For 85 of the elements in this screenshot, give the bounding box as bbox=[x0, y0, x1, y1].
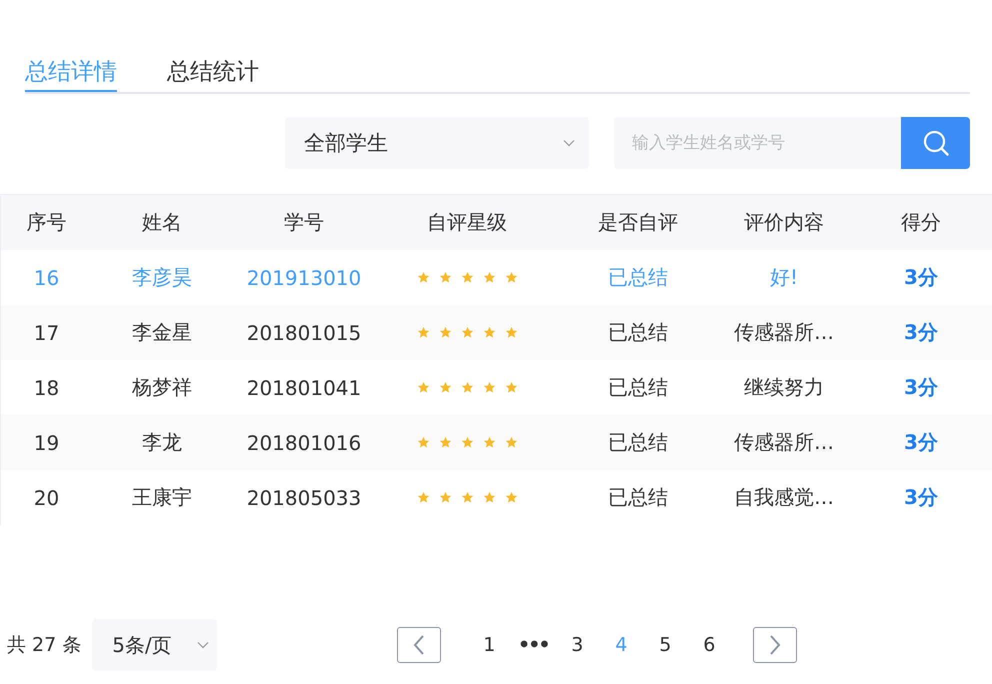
table-cell: 王康宇 bbox=[132, 484, 192, 511]
table-cell: 19 bbox=[34, 430, 60, 454]
star-icon bbox=[460, 381, 474, 394]
star-icon bbox=[482, 326, 496, 339]
table-cell: 3分 bbox=[904, 484, 938, 511]
star-icon bbox=[504, 436, 518, 449]
table-cell: 18 bbox=[34, 376, 60, 400]
table-cell: 已总结 bbox=[608, 429, 668, 456]
table-cell: 3分 bbox=[904, 429, 938, 456]
tab[interactable]: 总结统计 bbox=[167, 52, 259, 92]
table-cell: 201801015 bbox=[246, 320, 362, 344]
table-cell: 16 bbox=[34, 266, 60, 290]
star-icon bbox=[416, 436, 430, 449]
star-icon bbox=[482, 491, 496, 504]
table-cell: 李彦昊 bbox=[132, 264, 192, 291]
page-button[interactable]: 3 bbox=[555, 634, 600, 656]
star-icon bbox=[438, 436, 452, 449]
table-cell: 20 bbox=[34, 486, 60, 510]
star-icon bbox=[460, 491, 474, 504]
star-icon bbox=[460, 271, 474, 284]
table-cell: 3分 bbox=[904, 374, 938, 401]
table-cell: 3分 bbox=[904, 264, 938, 291]
table-cell: 已总结 bbox=[608, 484, 668, 511]
star-icon bbox=[504, 326, 518, 339]
column-header: 是否自评 bbox=[598, 209, 678, 236]
table-cell: 李龙 bbox=[142, 429, 182, 456]
total-count: 共 27 条 bbox=[7, 633, 82, 658]
search-button[interactable] bbox=[901, 117, 970, 169]
column-header: 自评星级 bbox=[427, 209, 507, 236]
chevron-next-icon bbox=[768, 634, 782, 656]
more-pages-button[interactable]: ••• bbox=[511, 634, 556, 656]
table-cell: 已总结 bbox=[608, 319, 668, 346]
table-row[interactable]: 18 杨梦祥 201801041 已总结 继续努力 3分 bbox=[1, 360, 992, 415]
next-button[interactable] bbox=[753, 627, 798, 663]
page-button[interactable]: 1 bbox=[467, 634, 512, 656]
column-header: 序号 bbox=[26, 209, 66, 236]
table-cell: 已总结 bbox=[608, 264, 668, 291]
star-icon bbox=[416, 381, 430, 394]
page-button[interactable]: 5 bbox=[643, 634, 688, 656]
star-icon bbox=[482, 271, 496, 284]
chevron-prev-icon bbox=[412, 634, 426, 656]
table-cell: 17 bbox=[34, 320, 60, 344]
table-cell: 201801041 bbox=[246, 376, 362, 400]
table-cell: 传感器所… bbox=[734, 429, 834, 456]
table-row[interactable]: 17 李金星 201801015 已总结 传感器所… 3分 bbox=[1, 305, 992, 360]
column-header: 学号 bbox=[284, 209, 324, 236]
table-cell: 传感器所… bbox=[734, 319, 834, 346]
table-cell: 李金星 bbox=[132, 319, 192, 346]
star-icon bbox=[416, 491, 430, 504]
star-icon bbox=[438, 381, 452, 394]
column-header: 姓名 bbox=[142, 209, 182, 236]
table-cell: 好! bbox=[770, 264, 798, 291]
star-icon bbox=[438, 271, 452, 284]
caret-icon bbox=[197, 641, 210, 649]
column-header: 评价内容 bbox=[744, 209, 824, 236]
star-icon bbox=[504, 491, 518, 504]
table-cell: 杨梦祥 bbox=[132, 374, 192, 401]
star-icon bbox=[482, 436, 496, 449]
table-cell: 201801016 bbox=[246, 430, 362, 454]
column-header: 得分 bbox=[901, 209, 941, 236]
table-row[interactable]: 19 李龙 201801016 已总结 传感器所… 3分 bbox=[1, 415, 992, 470]
table-cell: 继续努力 bbox=[744, 374, 824, 401]
caret-icon bbox=[563, 139, 575, 147]
student-filter-dropdown[interactable]: 全部学生 bbox=[285, 117, 589, 169]
table-row[interactable]: 20 王康宇 201805033 已总结 自我感觉… 3分 bbox=[1, 470, 992, 525]
table-cell: 自我感觉… bbox=[734, 484, 834, 511]
star-icon bbox=[416, 271, 430, 284]
page-size-dropdown[interactable]: 5条/页 bbox=[92, 619, 218, 671]
star-icon bbox=[460, 436, 474, 449]
search-field[interactable]: 输入学生姓名或学号 bbox=[614, 117, 901, 169]
star-icon bbox=[482, 381, 496, 394]
star-icon bbox=[416, 326, 430, 339]
table-cell: 201805033 bbox=[246, 486, 362, 510]
table-row[interactable]: 16 李彦昊 201913010 已总结 好! 3分 bbox=[1, 250, 992, 305]
table-cell: 201913010 bbox=[246, 266, 362, 290]
prev-button[interactable] bbox=[397, 627, 442, 663]
star-icon bbox=[460, 326, 474, 339]
page-button[interactable]: 6 bbox=[687, 634, 732, 656]
star-icon bbox=[438, 491, 452, 504]
star-icon bbox=[504, 381, 518, 394]
star-icon bbox=[438, 326, 452, 339]
table-cell: 已总结 bbox=[608, 374, 668, 401]
table-cell: 3分 bbox=[904, 319, 938, 346]
search-icon bbox=[922, 129, 950, 157]
star-icon bbox=[504, 271, 518, 284]
